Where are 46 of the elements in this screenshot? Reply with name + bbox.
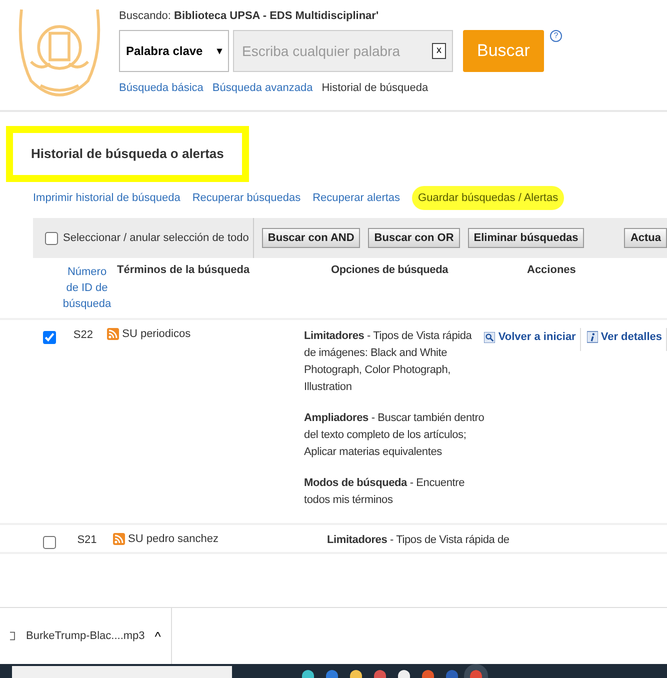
search-terms: SU periodicos (122, 328, 191, 342)
toolbar-button[interactable]: Buscar con OR (368, 228, 460, 248)
select-all-label: Seleccionar / anular selección de todo (63, 232, 249, 244)
taskbar-app-icon[interactable] (398, 670, 410, 678)
download-filename: BurkeTrump-Blac....mp3 (26, 630, 145, 642)
download-menu-button[interactable]: ^ (154, 628, 161, 644)
column-header: Acciones (527, 264, 577, 278)
history-link[interactable]: Recuperar alertas (312, 186, 400, 210)
nav-link[interactable]: Búsqueda básica (119, 82, 204, 94)
history-link[interactable]: Imprimir historial de búsqueda (33, 186, 180, 210)
row-checkbox[interactable] (43, 536, 56, 549)
search-option-text: Ampliadores - Buscar también dentro del texto completo de los artículos; Aplicar materias equivalentes (304, 411, 484, 460)
info-icon (586, 331, 598, 343)
clear-button[interactable]: x (432, 43, 446, 59)
search-option-text: Limitadores - Tipos de Vista rápida de (327, 533, 510, 547)
row-checkbox[interactable] (43, 331, 56, 344)
search-option-text: Limitadores - Tipos de Vista rápida de imágenes: Black and White Photograph, Color Photograph, Illustration (304, 329, 473, 395)
taskbar-app-icon[interactable] (302, 670, 314, 678)
search-id: S21 (76, 533, 98, 548)
searching-text: Buscando: Biblioteca UPSA - EDS Multidisciplinar' (119, 10, 380, 22)
rss-icon[interactable] (113, 533, 125, 545)
action-link[interactable]: Volver a iniciar (484, 328, 581, 351)
taskbar-search-field[interactable] (12, 666, 232, 678)
search-field[interactable]: Escriba cualquier palabra x (233, 30, 453, 72)
field-dropdown[interactable]: Palabra clave ▾ (119, 30, 229, 72)
toolbar-button[interactable]: Eliminar búsquedas (468, 228, 584, 248)
column-header[interactable]: Número de ID de búsqueda (61, 264, 117, 318)
search-option-text: Modos de búsqueda - Encuentre todos mis términos (304, 476, 466, 508)
select-all-checkbox[interactable] (45, 232, 58, 244)
magnifier-icon (484, 332, 496, 342)
nav-link[interactable]: Historial de búsqueda (322, 82, 428, 94)
history-link[interactable]: Recuperar búsquedas (192, 186, 301, 210)
toolbar-button[interactable]: Buscar con AND (262, 228, 360, 248)
history-link[interactable]: Guardar búsquedas / Alertas (412, 186, 564, 210)
rss-icon[interactable] (107, 328, 120, 340)
search-terms: SU pedro sanchez (128, 533, 218, 547)
page-title: Historial de búsqueda o alertas (30, 145, 225, 163)
taskbar-app-icon[interactable] (350, 670, 362, 678)
column-header: Opciones de búsqueda (331, 264, 450, 278)
nav-link[interactable]: Búsqueda avanzada (212, 82, 313, 94)
toolbar-button[interactable]: Actua (624, 228, 667, 248)
action-link[interactable]: Ver detalles (586, 328, 667, 351)
file-icon (10, 630, 16, 642)
help-button[interactable]: ? (550, 30, 562, 42)
column-header: Términos de la búsqueda (117, 264, 251, 278)
search-id: S22 (72, 328, 94, 343)
